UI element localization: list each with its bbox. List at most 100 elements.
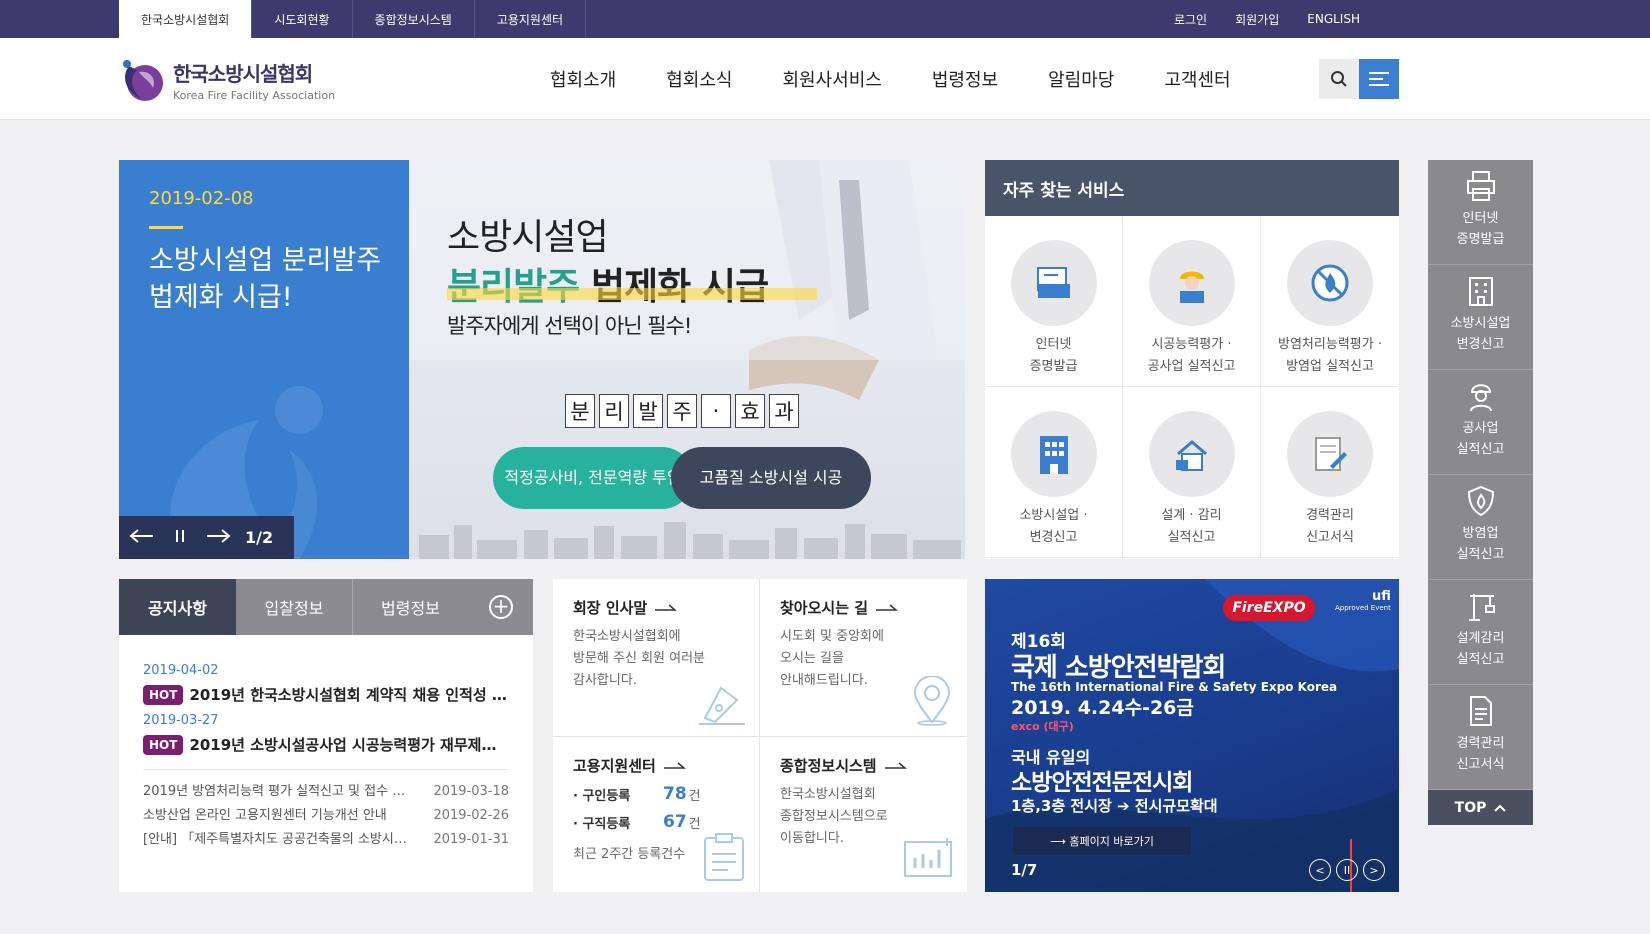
nav-about[interactable]: 협회소개 <box>550 66 616 92</box>
expo-title: 국제 소방안전박람회 <box>1011 653 1226 683</box>
hot-post[interactable]: HOT 2019년 소방시설공사업 시공능력평가 재무제표 제출 안내 <box>143 734 509 755</box>
site-logo[interactable]: 한국소방시설협회 Korea Fire Facility Association <box>119 58 335 102</box>
nav-law[interactable]: 법령정보 <box>932 66 998 92</box>
rail-item-construction-report[interactable]: 공사업 실적신고 <box>1428 370 1533 475</box>
hamburger-icon <box>1369 72 1389 86</box>
quick-services-panel: 자주 찾는 서비스 인터넷 증명발급 시공능력평가 · 공사업 실적신고 방염처… <box>985 160 1399 559</box>
arrow-right-icon <box>663 761 686 769</box>
search-icon <box>1331 71 1347 87</box>
quick-item-flameproof[interactable]: 방염처리능력평가 · 방염업 실적신고 <box>1261 216 1399 387</box>
list-item[interactable]: [안내] 「제주특별자치도 공공건축물의 소방시설」 2019-01-31 <box>143 828 509 852</box>
slide-image: 소방시설업 분리발주 법제화 시급 발주자에게 선택이 아닌 필수! 분 리 발… <box>409 160 965 559</box>
quick-item-design-supervision[interactable]: 설계 · 감리 실적신고 <box>1123 387 1261 558</box>
logo-korean: 한국소방시설협회 <box>173 62 313 86</box>
hot-post[interactable]: HOT 2019년 한국소방시설협회 계약직 채용 인적성 검사 안내 <box>143 684 509 705</box>
slide-pager: 1/2 <box>245 528 274 547</box>
info-system-box[interactable]: 종합정보시스템 한국소방시설협회 종합정보시스템으로 이동합니다. <box>760 737 967 892</box>
map-pin-icon <box>913 676 951 726</box>
next-arrow-icon[interactable] <box>205 528 231 547</box>
building-icon <box>1010 411 1097 497</box>
worker-outline-icon <box>1469 384 1492 412</box>
date-underline <box>149 226 183 229</box>
building-outline-icon <box>1468 277 1493 306</box>
notice-board: 공지사항 입찰정보 법령정보 + 2019-04-02 HOT 2019년 한국… <box>119 579 533 892</box>
banner-next-icon[interactable]: > <box>1363 859 1385 881</box>
slide-title: 소방시설업 분리발주 법제화 시급! <box>149 245 382 313</box>
site-tab-regional[interactable]: 시도회현황 <box>252 0 353 38</box>
effect-pill-quality: 고품질 소방시설 시공 <box>671 447 871 509</box>
chevron-up-icon <box>1494 804 1507 812</box>
scroll-top-button[interactable]: TOP <box>1428 790 1533 825</box>
expo-banner[interactable]: FireEXPO ufi Approved Event 제16회 국제 소방안전박… <box>985 579 1399 892</box>
site-tab-info-system[interactable]: 종합정보시스템 <box>353 0 475 38</box>
quick-services-title: 자주 찾는 서비스 <box>985 160 1399 216</box>
tab-law[interactable]: 법령정보 <box>352 579 468 635</box>
expo-tagline-2: 소방안전전문전시회 <box>1011 770 1193 796</box>
banner-controls: < II > <box>1309 859 1385 881</box>
banner-pager: 1/7 <box>1011 861 1038 879</box>
certificate-icon <box>1010 240 1097 326</box>
list-item[interactable]: 소방산업 온라인 고용지원센터 기능개선 안내 2019-02-26 <box>143 804 509 828</box>
rail-item-certificate[interactable]: 인터넷 증명발급 <box>1428 160 1533 265</box>
arrow-right-icon <box>876 603 899 611</box>
quick-item-change-report[interactable]: 소방시설업 · 변경신고 <box>985 387 1123 558</box>
effect-pill-cost: 적정공사비, 전문역량 투입 <box>493 447 693 509</box>
nav-customer[interactable]: 고객센터 <box>1164 66 1230 92</box>
site-header: 한국소방시설협회 Korea Fire Facility Association… <box>0 38 1650 120</box>
site-tab-employment[interactable]: 고용지원센터 <box>475 0 587 38</box>
nav-news[interactable]: 협회소식 <box>666 66 732 92</box>
logo-mark-icon <box>119 58 165 102</box>
quick-item-construction[interactable]: 시공능력평가 · 공사업 실적신고 <box>1123 216 1261 387</box>
tab-notice[interactable]: 공지사항 <box>119 579 236 635</box>
all-menu-button[interactable] <box>1359 59 1399 99</box>
hot-post-title: 2019년 한국소방시설협회 계약직 채용 인적성 검사 안내 <box>189 686 509 704</box>
english-link[interactable]: ENGLISH <box>1307 12 1360 26</box>
rail-item-career-form[interactable]: 경력관리 신고서식 <box>1428 685 1533 790</box>
ufi-logo: ufi Approved Event <box>1335 589 1391 612</box>
list-item[interactable]: 2019년 방염처리능력 평가 실적신고 및 접수 안내 2019-03-18 <box>143 780 509 804</box>
flame-shield-icon <box>1467 485 1494 517</box>
more-plus-icon[interactable]: + <box>489 595 513 619</box>
highlight-underline <box>447 288 817 300</box>
expo-homepage-button[interactable]: ⟶ 홈페이지 바로가기 <box>1013 827 1191 855</box>
rail-item-change-report[interactable]: 소방시설업 변경신고 <box>1428 265 1533 370</box>
greeting-title: 회장 인사말 <box>573 599 648 617</box>
directions-box[interactable]: 찾아오시는 길 시도회 및 중앙회에 오시는 길을 안내해드립니다. <box>760 579 967 737</box>
nav-notice[interactable]: 알림마당 <box>1048 66 1114 92</box>
job-seek-count: 67 <box>663 812 687 832</box>
nav-member-service[interactable]: 회원사서비스 <box>783 66 882 92</box>
expo-english-title: The 16th International Fire & Safety Exp… <box>1011 680 1338 694</box>
worker-icon <box>1148 240 1235 326</box>
hot-post-date: 2019-04-02 <box>143 663 219 678</box>
quick-item-certificate[interactable]: 인터넷 증명발급 <box>985 216 1123 387</box>
rail-item-flameproof-report[interactable]: 방염업 실적신고 <box>1428 475 1533 580</box>
divider <box>143 769 509 770</box>
banner-prev-icon[interactable]: < <box>1309 859 1331 881</box>
arrow-right-icon <box>655 603 678 611</box>
rail-item-design-report[interactable]: 설계감리 실적신고 <box>1428 580 1533 685</box>
search-button[interactable] <box>1319 59 1359 99</box>
clipboard-icon <box>704 833 744 881</box>
directions-title: 찾아오시는 길 <box>780 599 869 617</box>
job-offer-row: · 구인등록 78 건 <box>573 784 701 804</box>
arrow-right-icon <box>884 761 907 769</box>
fire-expo-logo: FireEXPO <box>1223 595 1315 621</box>
slide-headline-1: 소방시설업 <box>447 217 609 258</box>
form-pen-icon <box>1287 411 1373 497</box>
slide-subtitle: 발주자에게 선택이 아닌 필수! <box>447 314 692 338</box>
hot-post-date: 2019-03-27 <box>143 713 219 728</box>
banner-pause-icon[interactable]: II <box>1336 859 1358 881</box>
prev-arrow-icon[interactable] <box>129 528 155 547</box>
quick-item-career-form[interactable]: 경력관리 신고서식 <box>1261 387 1399 558</box>
login-link[interactable]: 로그인 <box>1174 11 1207 28</box>
site-tabs: 한국소방시설협회 시도회현황 종합정보시스템 고용지원센터 <box>119 0 587 38</box>
greeting-box[interactable]: 회장 인사말 한국소방시설협회에 방문해 주신 회원 여러분 감사합니다. <box>553 579 760 737</box>
pause-icon[interactable] <box>175 528 185 547</box>
expo-venue: exco (대구) <box>1011 720 1074 733</box>
site-tab-association[interactable]: 한국소방시설협회 <box>119 0 253 38</box>
employment-title: 고용지원센터 <box>573 757 656 775</box>
signup-link[interactable]: 회원가입 <box>1235 11 1279 28</box>
tab-bid[interactable]: 입찰정보 <box>236 579 352 635</box>
employment-center-box[interactable]: 고용지원센터 · 구인등록 78 건 · 구직등록 67 건 최근 2주간 등록… <box>553 737 760 892</box>
chart-monitor-icon <box>904 838 952 877</box>
